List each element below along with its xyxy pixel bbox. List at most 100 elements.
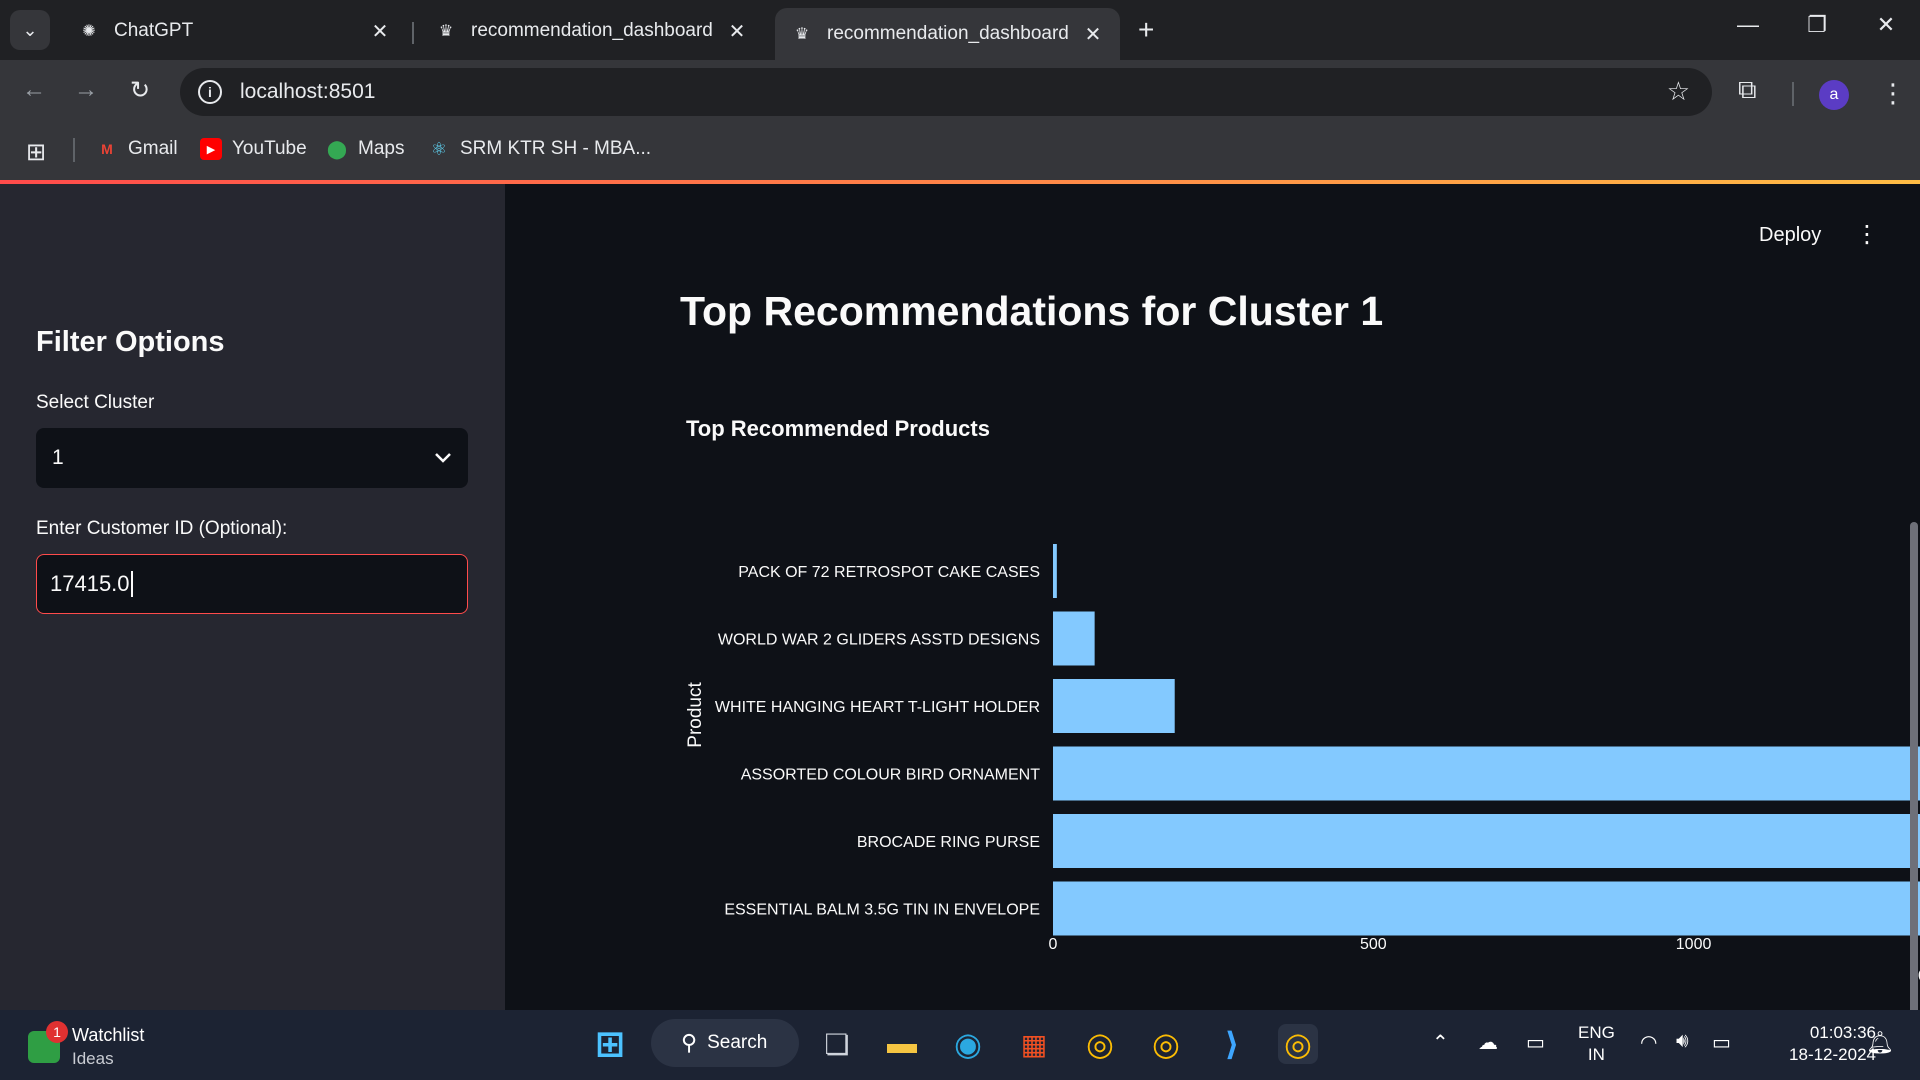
widget-title: Watchlist — [72, 1025, 145, 1045]
search-icon: ⚲ — [681, 1030, 698, 1055]
back-button[interactable]: ← — [18, 74, 50, 106]
edge-browser-icon[interactable]: ◉ — [948, 1024, 988, 1064]
chart-x-tick-label: 0 — [1049, 936, 1058, 953]
bookmarks-separator — [73, 138, 75, 162]
bookmark-label: SRM KTR SH - MBA... — [460, 138, 652, 159]
site-info-icon[interactable]: i — [198, 80, 222, 104]
close-icon[interactable]: ✕ — [369, 19, 391, 44]
cluster-select[interactable]: 1 — [36, 428, 468, 488]
bookmark-star-icon[interactable]: ☆ — [1667, 76, 1690, 107]
chart-category-label: WORLD WAR 2 GLIDERS ASSTD DESIGNS — [718, 632, 1040, 649]
maps-icon: ⬤ — [326, 138, 348, 159]
apps-grid-icon[interactable]: ⊞ — [26, 138, 46, 167]
browser-menu-icon[interactable]: ⋮ — [1880, 78, 1906, 109]
file-explorer-icon[interactable]: ▬ — [882, 1024, 922, 1064]
bookmark-maps[interactable]: ⬤ Maps — [326, 134, 405, 164]
sidebar: Filter Options Select Cluster 1 Enter Cu… — [0, 184, 505, 1010]
show-hidden-icons-chevron[interactable]: ⌃ — [1432, 1030, 1449, 1055]
minimize-button[interactable]: — — [1728, 12, 1768, 38]
chart-category-label: BROCADE RING PURSE — [857, 834, 1040, 851]
close-icon[interactable]: ✕ — [726, 19, 748, 44]
chrome-active-icon[interactable]: ◎ — [1278, 1024, 1318, 1064]
text-caret — [130, 571, 133, 597]
scrollbar[interactable] — [1910, 522, 1918, 1072]
tab-recommendation-dashboard[interactable]: ♛ recommendation_dashboard ✕ — [419, 8, 764, 54]
chart-bar — [1053, 881, 1920, 936]
chatgpt-icon: ✺ — [82, 23, 96, 40]
clock-date: 18-12-2024 — [1789, 1045, 1876, 1064]
windows-start-icon[interactable]: ⊞ — [590, 1023, 630, 1064]
reload-icon: ↻ — [129, 76, 151, 104]
cluster-select-value: 1 — [52, 446, 64, 469]
task-view-icon[interactable]: ❏ — [817, 1024, 857, 1064]
extensions-icon[interactable]: ⧉ — [1738, 74, 1757, 106]
tab-search-button[interactable]: ⌄ — [10, 10, 50, 50]
bookmark-label: Gmail — [128, 138, 178, 159]
chevron-down-icon: ⌄ — [22, 19, 38, 40]
close-icon[interactable]: ✕ — [1082, 22, 1104, 47]
chart-bar — [1053, 814, 1920, 868]
customer-id-input[interactable]: 17415.0 — [36, 554, 468, 614]
chart-bar — [1053, 746, 1920, 801]
browser-tab-strip: ⌄ ✺ ChatGPT ✕ ♛ recommendation_dashboard… — [0, 0, 1920, 60]
window-close-button[interactable]: ✕ — [1866, 12, 1906, 38]
bookmark-label: Maps — [358, 138, 405, 159]
url-text[interactable]: localhost:8501 — [240, 80, 375, 104]
streamlit-icon: ♛ — [794, 26, 810, 43]
chart-x-tick-label: 500 — [1360, 936, 1387, 953]
forward-button[interactable]: → — [70, 74, 102, 106]
chrome-profile-icon[interactable]: ◎ — [1146, 1024, 1186, 1064]
vscode-icon[interactable]: ⟩ — [1212, 1024, 1252, 1064]
reload-button[interactable]: ↻ — [124, 74, 156, 106]
touch-keyboard-icon[interactable]: ▭ — [1526, 1030, 1545, 1055]
arrow-left-icon: ← — [22, 76, 46, 103]
region-code: IN — [1587, 1045, 1605, 1064]
profile-avatar[interactable]: a — [1819, 80, 1849, 110]
select-cluster-label: Select Cluster — [36, 392, 155, 413]
notification-bell-icon[interactable]: 🔔︎ — [1866, 1030, 1894, 1056]
bar-chart: PACK OF 72 RETROSPOT CAKE CASES WORLD WAR… — [685, 544, 1920, 987]
plus-icon: + — [1138, 14, 1155, 45]
restore-button[interactable]: ❐ — [1797, 12, 1837, 38]
address-bar[interactable]: i localhost:8501 ☆ — [180, 68, 1712, 116]
bookmark-srm[interactable]: ⚛ SRM KTR SH - MBA... — [428, 134, 651, 164]
tab-recommendation-dashboard-active[interactable]: ♛ recommendation_dashboard ✕ — [775, 8, 1120, 60]
tab-title: recommendation_dashboard — [827, 23, 1069, 44]
onedrive-icon[interactable]: ☁ — [1478, 1030, 1498, 1055]
tab-chatgpt[interactable]: ✺ ChatGPT ✕ — [62, 8, 407, 54]
bookmark-youtube[interactable]: ▶ YouTube — [200, 134, 307, 164]
chart-category-label: ESSENTIAL BALM 3.5G TIN IN ENVELOPE — [724, 902, 1040, 919]
toolbar-separator — [1792, 82, 1794, 106]
bookmark-gmail[interactable]: M Gmail — [96, 134, 178, 164]
battery-icon[interactable]: ▭ — [1712, 1030, 1731, 1055]
chart-bar — [1053, 679, 1175, 733]
notification-badge: 1 — [46, 1021, 68, 1043]
chart-category-label: WHITE HANGING HEART T-LIGHT HOLDER — [715, 699, 1040, 716]
chart-x-tick-label: 1000 — [1676, 936, 1712, 953]
volume-icon[interactable]: 🔊︎ — [1676, 1030, 1689, 1053]
clock-time: 01:03:36 — [1809, 1023, 1876, 1042]
widget-subtitle: Ideas — [72, 1049, 114, 1068]
search-label: Search — [707, 1032, 768, 1053]
language-indicator[interactable]: ENG IN — [1578, 1022, 1615, 1066]
customer-id-label: Enter Customer ID (Optional): — [36, 518, 288, 539]
arrow-right-icon: → — [74, 76, 98, 103]
taskbar-search[interactable]: ⚲ Search — [651, 1019, 799, 1067]
new-tab-button[interactable]: + — [1138, 14, 1154, 46]
language-code: ENG — [1578, 1023, 1615, 1042]
youtube-icon: ▶ — [200, 138, 222, 160]
wifi-icon[interactable]: ◠ — [1640, 1030, 1657, 1055]
clock[interactable]: 01:03:36 18-12-2024 — [1760, 1022, 1876, 1066]
tab-title: ChatGPT — [114, 20, 194, 41]
main-content: Deploy ⋮ Top Recommendations for Cluster… — [505, 184, 1920, 1072]
sidebar-title: Filter Options — [36, 326, 225, 358]
chart-bar — [1053, 544, 1057, 598]
browser-toolbar: ← → ↻ i localhost:8501 ☆ — [0, 60, 1920, 120]
microsoft-store-icon[interactable]: ▦ — [1014, 1024, 1054, 1064]
stocks-icon: 1 — [28, 1021, 68, 1063]
streamlit-icon: ♛ — [438, 23, 454, 40]
chart-category-label: ASSORTED COLOUR BIRD ORNAMENT — [741, 767, 1041, 784]
chrome-icon[interactable]: ◎ — [1080, 1024, 1120, 1064]
bookmark-label: YouTube — [232, 138, 307, 159]
watchlist-widget[interactable]: 1 Watchlist Ideas — [28, 1021, 145, 1070]
